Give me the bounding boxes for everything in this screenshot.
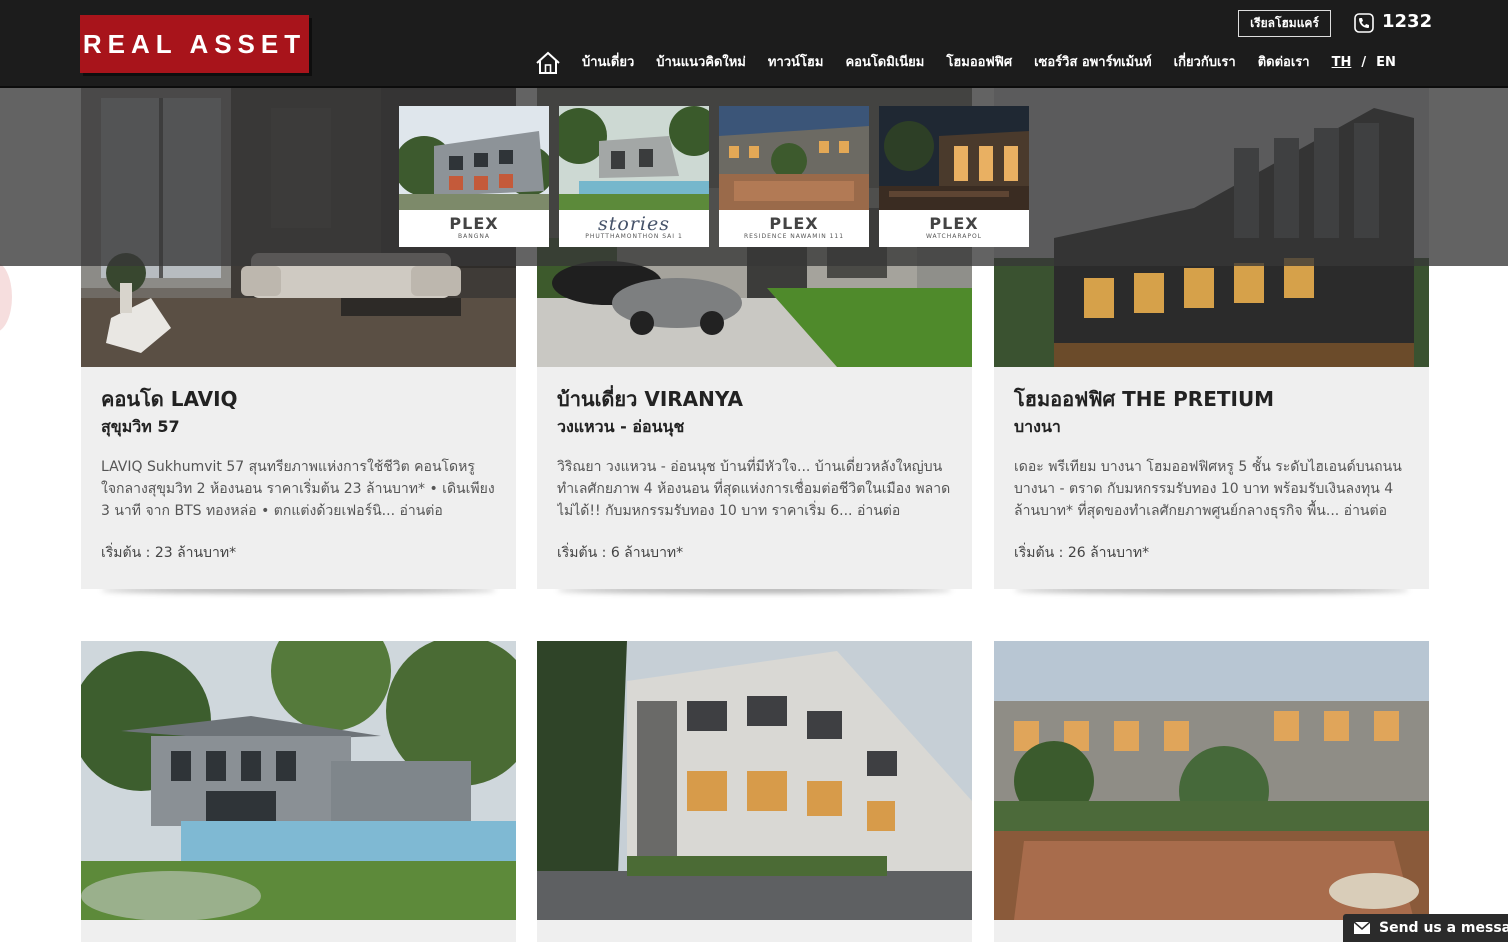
card-title[interactable]: บ้านเดี่ยว VIRANYA (557, 386, 952, 412)
card-body: บ้านเดี่ยว VIRANYA วงแหวน - อ่อนนุช วิริ… (557, 386, 952, 564)
home-icon[interactable] (535, 51, 561, 75)
card-price: เริ่มต้น : 6 ล้านบาท* (557, 545, 684, 561)
project-card[interactable] (994, 641, 1429, 942)
card-price: เริ่มต้น : 23 ล้านบาท* (101, 545, 237, 561)
site-header: REAL ASSET เรียลโฮมแคร์ 1232 บ้านเดี่ยว … (0, 0, 1508, 88)
project-thumbnail (719, 106, 869, 210)
project-card[interactable] (537, 641, 972, 942)
project-brand: PLEX (769, 214, 819, 233)
card-title[interactable]: คอนโด LAVIQ (101, 386, 496, 412)
nav-service-apartment[interactable]: เซอร์วิส อพาร์ทเม้นท์ (1034, 51, 1152, 75)
project-photo (81, 641, 516, 920)
lang-th-link[interactable]: TH (1332, 51, 1352, 75)
card-body: คอนโด LAVIQ สุขุมวิท 57 LAVIQ Sukhumvit … (101, 386, 496, 564)
lang-en-link[interactable]: EN (1376, 51, 1396, 75)
project-location: WATCHARAPOL (925, 233, 983, 240)
project-logo: PLEX RESIDENCE NAWAMIN 111 (719, 210, 869, 247)
dropdown-project-stories[interactable]: stories PHUTTHAMONTHON SAI 1 (559, 106, 709, 247)
main-nav: บ้านเดี่ยว บ้านแนวคิดใหม่ ทาวน์โฮม คอนโด… (535, 50, 1396, 76)
card-location: วงแหวน - อ่อนนุช (557, 417, 685, 436)
project-location: BANGNA (458, 233, 490, 240)
envelope-icon (1354, 922, 1370, 934)
card-location: สุขุมวิท 57 (101, 417, 180, 436)
card-title[interactable]: โฮมออฟฟิศ THE PRETIUM (1014, 386, 1409, 412)
dropdown-project-plex-residence[interactable]: PLEX RESIDENCE NAWAMIN 111 (719, 106, 869, 247)
project-brand: PLEX (929, 214, 979, 233)
townhome-dropdown-menu: PLEX BANGNA stories PHUTTHAMONTHON SAI 1 (0, 88, 1508, 266)
nav-contact-us[interactable]: ติดต่อเรา (1258, 51, 1310, 75)
card-location: บางนา (1014, 417, 1061, 436)
card-price: เริ่มต้น : 26 ล้านบาท* (1014, 545, 1150, 561)
project-thumbnail (399, 106, 549, 210)
nav-single-house[interactable]: บ้านเดี่ยว (582, 51, 634, 75)
send-message-chat-button[interactable]: Send us a message (1343, 914, 1508, 942)
card-body: โฮมออฟฟิศ THE PRETIUM บางนา เดอะ พรีเทีย… (1014, 386, 1409, 564)
dropdown-project-plex-watcharapol[interactable]: PLEX WATCHARAPOL (879, 106, 1029, 247)
real-homecare-button[interactable]: เรียลโฮมแคร์ (1238, 10, 1331, 37)
nav-condominium[interactable]: คอนโดมิเนียม (845, 51, 924, 75)
nav-new-concept-house[interactable]: บ้านแนวคิดใหม่ (656, 51, 746, 75)
project-location: RESIDENCE NAWAMIN 111 (743, 233, 845, 240)
project-logo: PLEX BANGNA (399, 210, 549, 247)
hotline-number[interactable]: 1232 (1382, 10, 1432, 34)
decorative-blob (0, 262, 12, 332)
lang-separator: / (1361, 55, 1367, 70)
project-brand: PLEX (449, 214, 499, 233)
project-brand: stories (598, 213, 670, 235)
card-description: เดอะ พรีเทียม บางนา โฮมออฟฟิศหรู 5 ชั้น … (1014, 459, 1402, 519)
project-logo: stories PHUTTHAMONTHON SAI 1 (559, 210, 709, 247)
real-asset-logo[interactable]: REAL ASSET (80, 15, 309, 73)
nav-townhome[interactable]: ทาวน์โฮม (768, 51, 824, 75)
nav-home-office[interactable]: โฮมออฟฟิศ (946, 51, 1012, 75)
project-logo: PLEX WATCHARAPOL (879, 210, 1029, 247)
project-photo (994, 641, 1429, 920)
project-photo (537, 641, 972, 920)
card-description: LAVIQ Sukhumvit 57 สุนทรียภาพแห่งการใช้ช… (101, 459, 495, 519)
project-thumbnail (559, 106, 709, 210)
chat-label: Send us a message (1379, 920, 1508, 936)
project-card[interactable] (81, 641, 516, 942)
nav-about-us[interactable]: เกี่ยวกับเรา (1174, 51, 1236, 75)
project-location: PHUTTHAMONTHON SAI 1 (585, 233, 683, 240)
dropdown-project-plex-bangna[interactable]: PLEX BANGNA (399, 106, 549, 247)
project-thumbnail (879, 106, 1029, 210)
card-description: วิริณยา วงแหวน - อ่อนนุช บ้านที่มีหัวใจ.… (557, 459, 951, 519)
phone-icon (1354, 13, 1374, 33)
